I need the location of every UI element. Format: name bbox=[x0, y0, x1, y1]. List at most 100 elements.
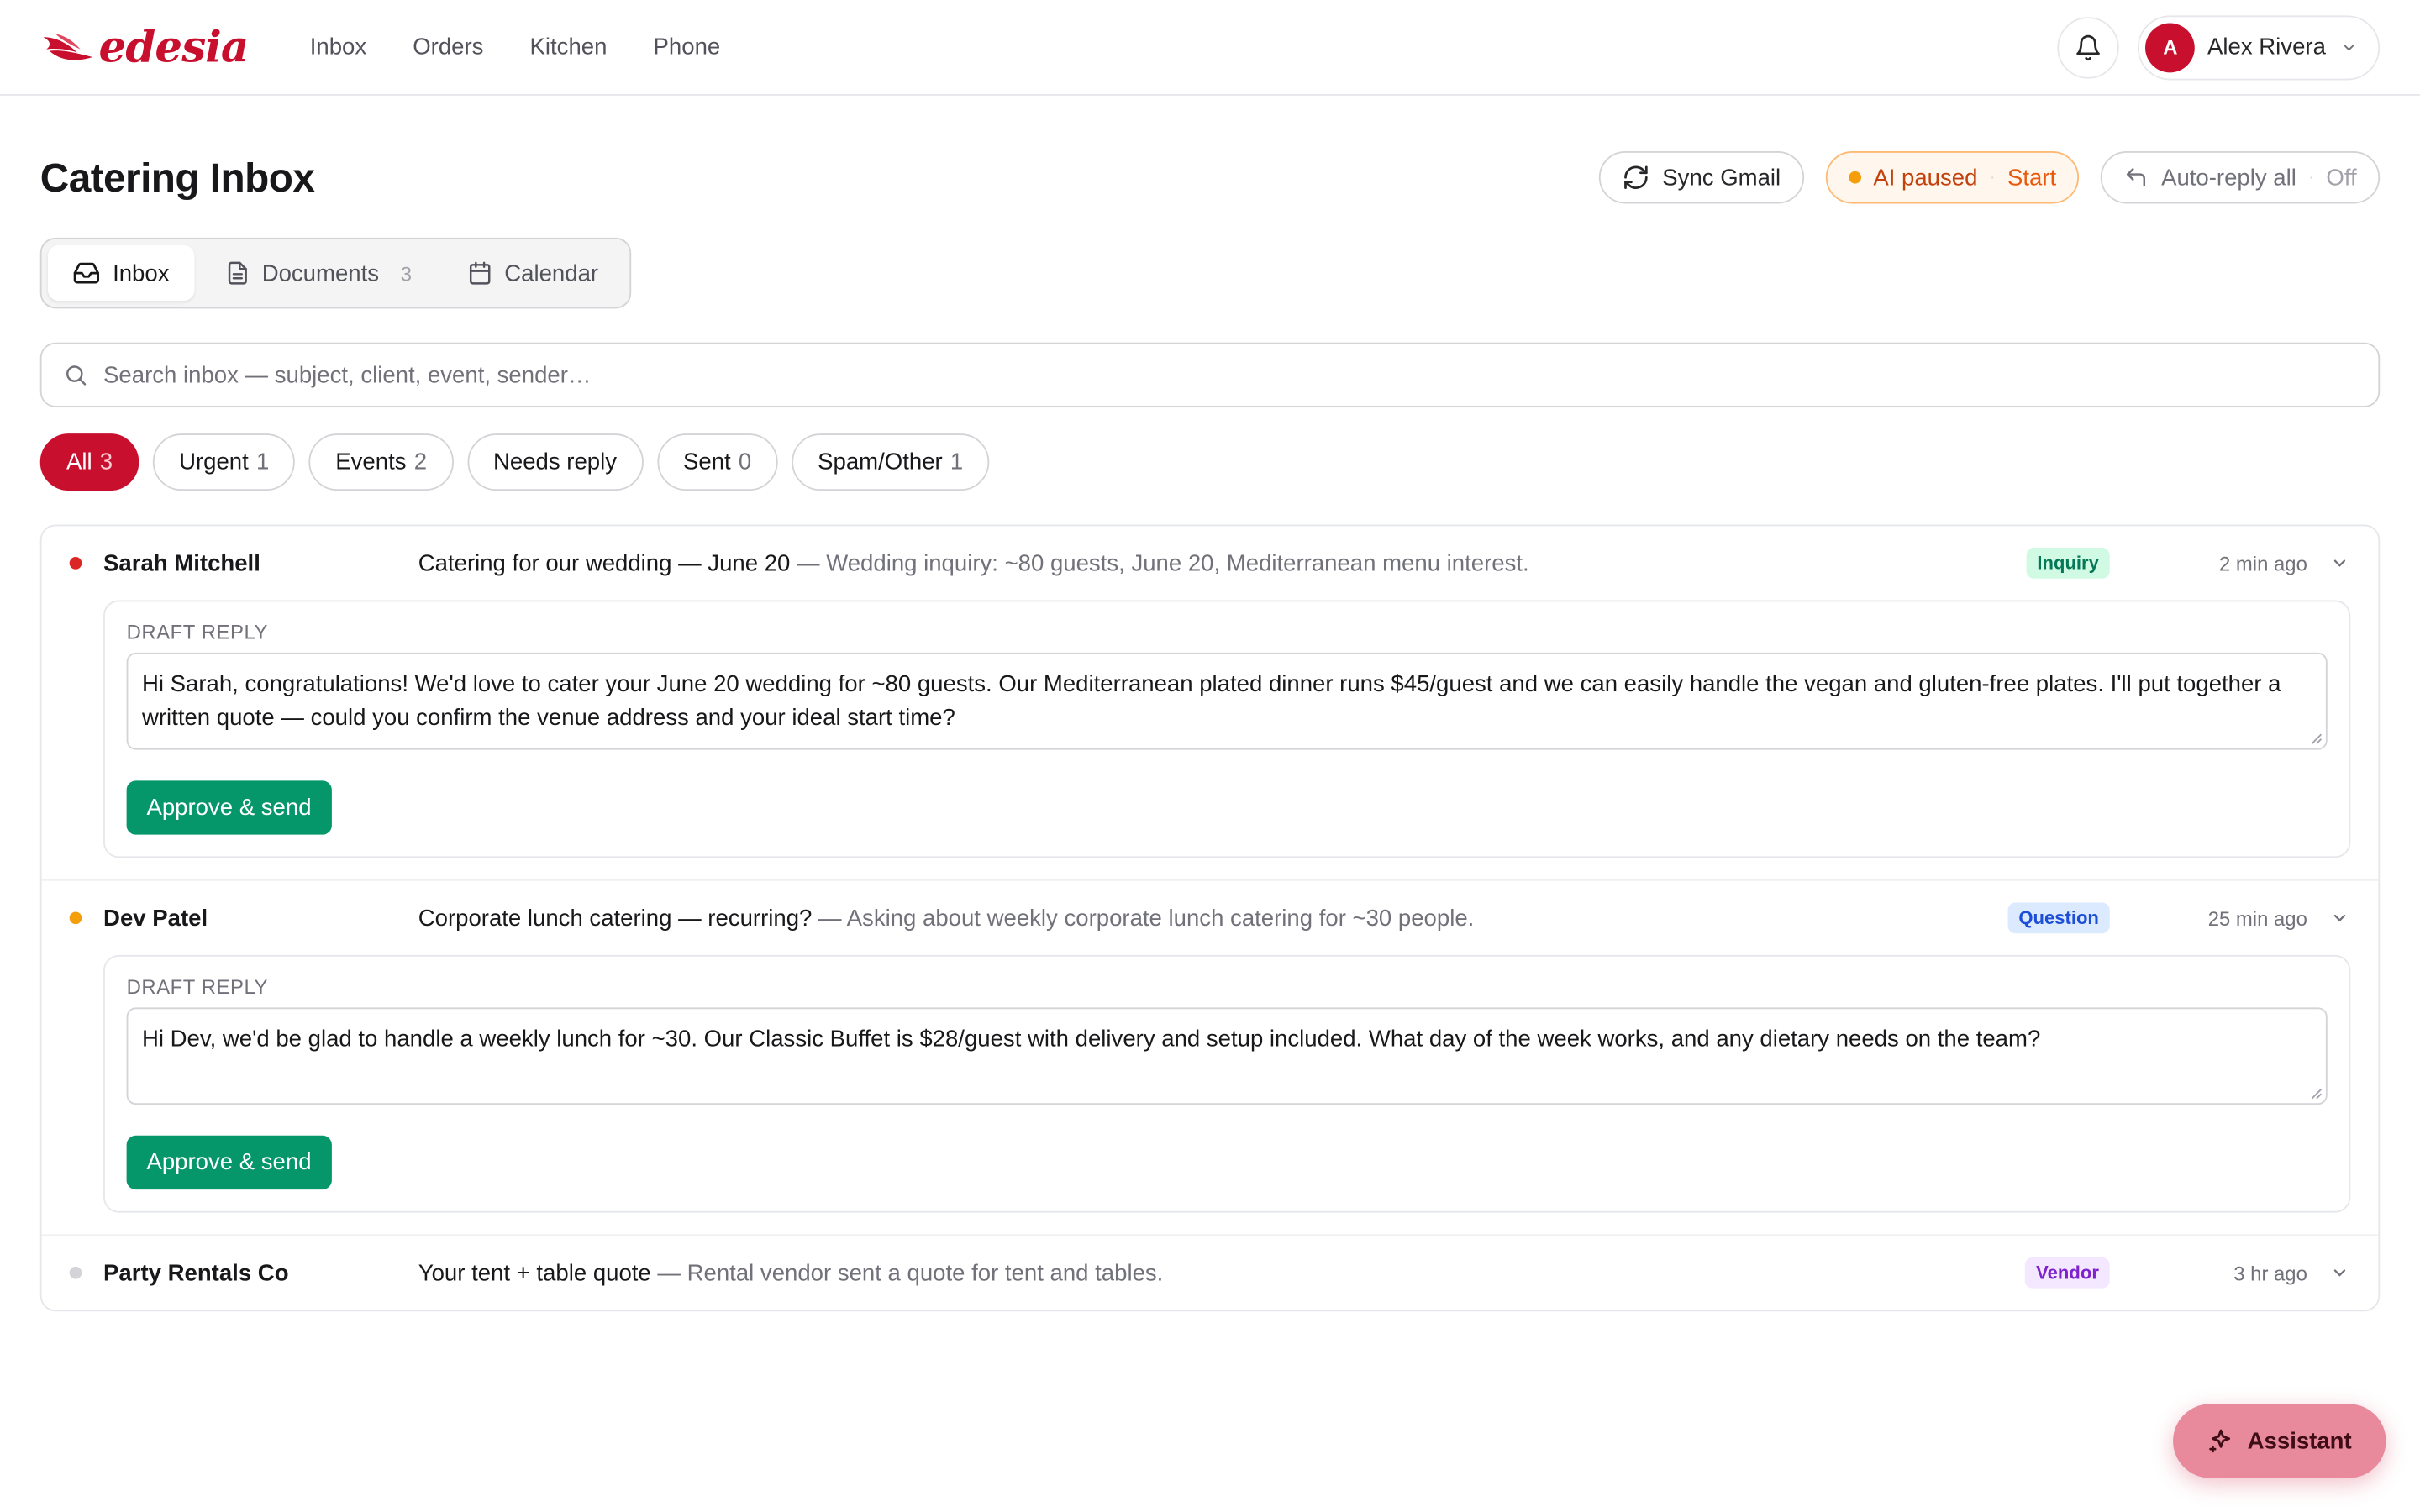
ai-status-label: AI paused bbox=[1873, 164, 1978, 191]
expand-toggle[interactable] bbox=[2329, 1263, 2351, 1282]
resize-handle-icon[interactable] bbox=[2311, 732, 2323, 745]
nav-orders[interactable]: Orders bbox=[413, 34, 483, 60]
filter-label: Spam/Other bbox=[818, 449, 943, 475]
tab-count: 3 bbox=[400, 261, 413, 285]
inbox-icon bbox=[73, 262, 100, 284]
filter-count: 2 bbox=[413, 449, 428, 475]
wing-icon bbox=[43, 33, 93, 60]
message-sender: Dev Patel bbox=[103, 905, 208, 932]
message-time: 3 hr ago bbox=[2233, 1261, 2307, 1285]
expand-toggle[interactable] bbox=[2329, 909, 2351, 927]
nav-phone[interactable]: Phone bbox=[654, 34, 721, 60]
filter-label: Sent bbox=[682, 449, 731, 475]
chevron-down-icon bbox=[2333, 914, 2346, 922]
category-badge: Question bbox=[2007, 902, 2110, 934]
subject-text: Corporate lunch catering — recurring? bbox=[418, 905, 813, 932]
draft-reply-panel: DRAFT REPLY Hi Sarah, congratulations! W… bbox=[103, 600, 2351, 858]
chevron-down-icon bbox=[2344, 44, 2354, 50]
tab-calendar[interactable]: Calendar bbox=[443, 245, 623, 301]
draft-reply-text: Hi Sarah, congratulations! We'd love to … bbox=[141, 670, 2281, 732]
filter-spam-other[interactable]: Spam/Other 1 bbox=[791, 433, 990, 491]
nav-inbox[interactable]: Inbox bbox=[310, 34, 366, 60]
expand-toggle[interactable] bbox=[2329, 554, 2351, 572]
message-sender: Sarah Mitchell bbox=[103, 549, 260, 577]
user-name: Alex Rivera bbox=[2207, 34, 2326, 60]
message-time: 25 min ago bbox=[2207, 906, 2307, 930]
filter-count: 0 bbox=[738, 449, 752, 475]
filter-urgent[interactable]: Urgent 1 bbox=[152, 433, 296, 491]
assistant-button[interactable]: Assistant bbox=[2173, 1404, 2386, 1478]
tab-label: Calendar bbox=[504, 260, 599, 286]
search-bar bbox=[39, 342, 2381, 407]
refresh-icon bbox=[1624, 165, 1648, 189]
message-subject: Your tent + table quote — Rental vendor … bbox=[418, 1260, 2026, 1286]
tab-documents[interactable]: Documents 3 bbox=[200, 245, 436, 301]
message-snippet: — Wedding inquiry: ~80 guests, June 20, … bbox=[790, 549, 1529, 577]
document-icon bbox=[228, 261, 247, 285]
separator-dot: · bbox=[2308, 169, 2314, 186]
ai-status-dot bbox=[1848, 171, 1861, 184]
draft-reply-textarea[interactable]: Hi Dev, we'd be glad to handle a weekly … bbox=[126, 1007, 2328, 1105]
bell-icon bbox=[2076, 34, 2101, 60]
top-nav-bar: edesia Inbox Orders Kitchen Phone A Alex… bbox=[0, 0, 2420, 96]
reply-icon bbox=[2127, 168, 2146, 187]
filter-label: Urgent bbox=[179, 449, 249, 475]
message-list: Sarah Mitchell Catering for our wedding … bbox=[39, 524, 2381, 1312]
sync-gmail-label: Sync Gmail bbox=[1662, 164, 1781, 191]
message-snippet: — Rental vendor sent a quote for tent an… bbox=[650, 1259, 1164, 1286]
main-nav: Inbox Orders Kitchen Phone bbox=[310, 34, 721, 60]
auto-reply-state: Off bbox=[2326, 164, 2357, 191]
search-input[interactable] bbox=[103, 361, 2357, 388]
message-header[interactable]: Party Rentals Co Your tent + table quote… bbox=[42, 1236, 2379, 1310]
pending-status-dot bbox=[69, 911, 82, 925]
draft-reply-panel: DRAFT REPLY Hi Dev, we'd be glad to hand… bbox=[103, 954, 2351, 1213]
filter-chips: All 3 Urgent 1 Events 2 Needs reply Sent… bbox=[0, 433, 2420, 491]
filter-all[interactable]: All 3 bbox=[39, 433, 139, 491]
category-badge: Inquiry bbox=[2026, 548, 2110, 579]
draft-reply-label: DRAFT REPLY bbox=[126, 620, 269, 643]
message-header[interactable]: Dev Patel Corporate lunch catering — rec… bbox=[42, 881, 2379, 955]
tab-inbox[interactable]: Inbox bbox=[47, 245, 194, 302]
filter-events[interactable]: Events 2 bbox=[309, 433, 454, 491]
nav-kitchen[interactable]: Kitchen bbox=[530, 34, 608, 60]
filter-count: 3 bbox=[99, 449, 113, 475]
notifications-button[interactable] bbox=[2057, 16, 2120, 78]
draft-reply-label: DRAFT REPLY bbox=[126, 974, 269, 999]
message-row: Sarah Mitchell Catering for our wedding … bbox=[41, 526, 2379, 881]
message-subject: Corporate lunch catering — recurring? — … bbox=[418, 905, 2008, 931]
message-row: Dev Patel Corporate lunch catering — rec… bbox=[41, 881, 2379, 1236]
filter-label: Events bbox=[335, 449, 407, 475]
sparkles-icon bbox=[2209, 1429, 2231, 1453]
message-sender: Party Rentals Co bbox=[103, 1259, 289, 1286]
subject-text: Catering for our wedding — June 20 bbox=[418, 549, 791, 577]
urgent-status-dot bbox=[69, 557, 82, 570]
resize-handle-icon[interactable] bbox=[2311, 1088, 2323, 1100]
chevron-down-icon bbox=[2333, 1269, 2346, 1277]
ai-start-label: Start bbox=[2007, 164, 2057, 191]
filter-label: Needs reply bbox=[492, 449, 618, 475]
avatar: A bbox=[2145, 22, 2196, 72]
calendar-icon bbox=[469, 261, 491, 285]
page-title: Catering Inbox bbox=[39, 153, 315, 200]
filter-needs-reply[interactable]: Needs reply bbox=[466, 433, 644, 491]
brand-name: edesia bbox=[98, 21, 250, 73]
chevron-down-icon bbox=[2333, 559, 2346, 567]
draft-reply-textarea[interactable]: Hi Sarah, congratulations! We'd love to … bbox=[126, 652, 2328, 750]
separator-dot: · bbox=[1990, 169, 1996, 186]
user-menu-button[interactable]: A Alex Rivera bbox=[2138, 14, 2381, 80]
sync-gmail-button[interactable]: Sync Gmail bbox=[1598, 150, 1804, 204]
filter-sent[interactable]: Sent 0 bbox=[656, 433, 778, 491]
message-time: 2 min ago bbox=[2219, 551, 2307, 575]
approve-send-button[interactable]: Approve & send bbox=[126, 1135, 332, 1190]
message-header[interactable]: Sarah Mitchell Catering for our wedding … bbox=[42, 526, 2379, 600]
brand-logo[interactable]: edesia bbox=[40, 21, 250, 73]
search-icon bbox=[66, 365, 87, 386]
filter-label: All bbox=[66, 449, 92, 475]
draft-reply-text: Hi Dev, we'd be glad to handle a weekly … bbox=[141, 1026, 2041, 1053]
ai-status-button[interactable]: AI paused · Start bbox=[1825, 150, 2080, 204]
view-tabs: Inbox Documents 3 Calendar bbox=[39, 237, 631, 309]
auto-reply-toggle[interactable]: Auto-reply all · Off bbox=[2101, 150, 2381, 204]
message-row: Party Rentals Co Your tent + table quote… bbox=[42, 1236, 2379, 1310]
approve-send-button[interactable]: Approve & send bbox=[126, 780, 332, 835]
tab-label: Documents bbox=[261, 260, 380, 286]
